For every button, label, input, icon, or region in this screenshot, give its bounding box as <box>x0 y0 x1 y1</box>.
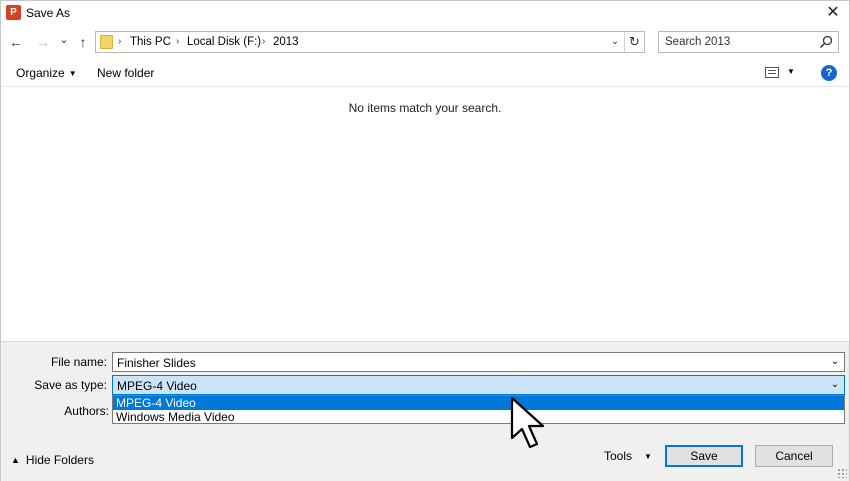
chevron-down-icon[interactable]: ⌄ <box>828 376 842 394</box>
chevron-down-icon[interactable]: ⌄ <box>828 353 842 371</box>
caret-down-icon: ▼ <box>644 452 652 461</box>
view-options-icon[interactable] <box>765 67 779 78</box>
resize-grip[interactable] <box>837 468 847 478</box>
save-as-dialog: P Save As ✕ ← → ⌄ ↑ › This PC › Local Di… <box>0 0 850 481</box>
window-title: Save As <box>26 6 71 20</box>
breadcrumb-this-pc[interactable]: This PC <box>130 36 171 48</box>
breadcrumb-local-disk[interactable]: Local Disk (F:) <box>187 36 261 48</box>
hide-folders-label: Hide Folders <box>25 453 94 467</box>
new-folder-button[interactable]: New folder <box>97 66 154 80</box>
cancel-button[interactable]: Cancel <box>755 445 833 467</box>
breadcrumb-2013[interactable]: 2013 <box>273 36 299 48</box>
file-name-field[interactable]: Finisher Slides ⌄ <box>112 352 845 372</box>
empty-results-message: No items match your search. <box>348 101 502 115</box>
command-toolbar: Organize ▼ New folder ▼ ? <box>1 59 849 87</box>
file-list-area[interactable]: No items match your search. <box>1 88 849 341</box>
mouse-pointer-icon <box>510 396 545 449</box>
folder-icon <box>100 35 113 49</box>
hide-folders-button[interactable]: ▲ Hide Folders <box>11 453 94 467</box>
up-button[interactable]: ↑ <box>74 33 92 51</box>
refresh-button[interactable]: ↻ <box>624 32 644 52</box>
search-icon[interactable] <box>818 34 834 50</box>
dropdown-option-wmv[interactable]: Windows Media Video <box>113 410 844 424</box>
recent-locations-button[interactable]: ⌄ <box>55 31 73 49</box>
close-button[interactable]: ✕ <box>817 1 849 25</box>
tools-label: Tools <box>604 449 633 463</box>
breadcrumb-separator[interactable]: › <box>176 36 179 47</box>
save-as-type-dropdown[interactable]: MPEG-4 Video Windows Media Video <box>112 395 845 424</box>
forward-button[interactable]: → <box>34 33 52 51</box>
view-options-caret-icon[interactable]: ▼ <box>787 67 795 76</box>
help-icon[interactable]: ? <box>821 65 837 81</box>
caret-down-icon: ▼ <box>68 69 77 78</box>
chevron-up-icon: ▲ <box>11 455 20 465</box>
breadcrumb-separator[interactable]: › <box>118 36 121 47</box>
save-as-type-value[interactable]: MPEG-4 Video <box>117 379 197 393</box>
search-input[interactable] <box>659 32 815 52</box>
file-name-value[interactable]: Finisher Slides <box>117 356 196 370</box>
powerpoint-app-icon: P <box>6 5 21 20</box>
breadcrumb-separator[interactable]: › <box>262 36 265 47</box>
address-bar[interactable]: › This PC › Local Disk (F:) › 2013 ⌄ ↻ <box>95 31 645 53</box>
tools-button[interactable]: Tools ▼ <box>604 449 652 463</box>
organize-label: Organize <box>16 66 65 80</box>
save-button[interactable]: Save <box>665 445 743 467</box>
back-button[interactable]: ← <box>7 33 25 51</box>
dropdown-option-mpeg4[interactable]: MPEG-4 Video <box>113 396 844 410</box>
save-as-type-select[interactable]: MPEG-4 Video ⌄ <box>112 375 845 395</box>
organize-button[interactable]: Organize ▼ <box>16 66 77 80</box>
search-box[interactable] <box>658 31 839 53</box>
save-as-type-label: Save as type: <box>34 378 107 392</box>
title-bar: P Save As ✕ <box>1 1 849 25</box>
address-dropdown-button[interactable]: ⌄ <box>608 32 622 52</box>
authors-label: Authors: <box>64 404 109 418</box>
file-name-label: File name: <box>50 355 107 369</box>
